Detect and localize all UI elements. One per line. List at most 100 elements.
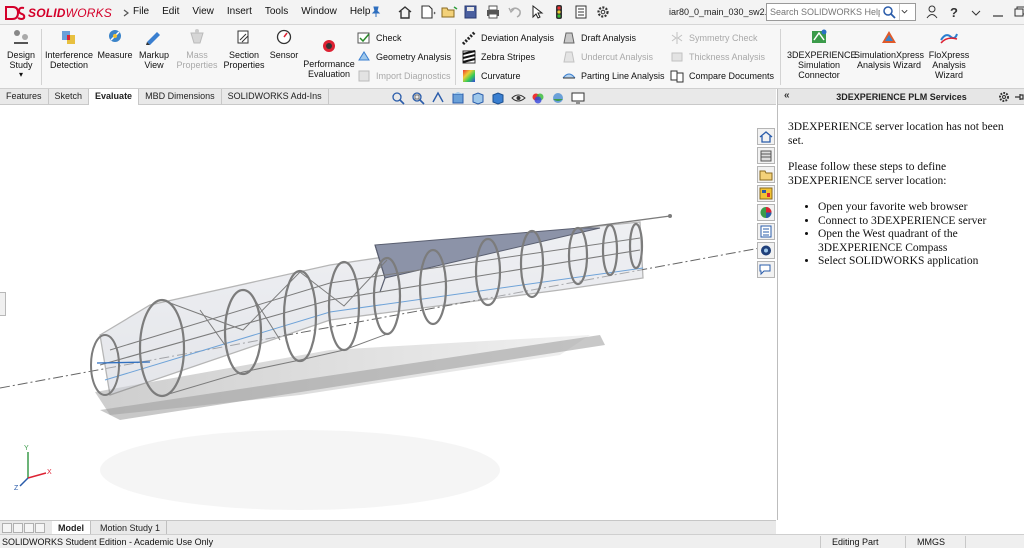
curvature-button[interactable]: Curvature — [462, 69, 521, 83]
draft-analysis-button[interactable]: Draft Analysis — [562, 31, 636, 45]
sensor-button[interactable]: Sensor — [268, 28, 300, 60]
parting-line-analysis-button[interactable]: Parting Line Analysis — [562, 69, 665, 83]
previous-tab-icon[interactable] — [13, 523, 23, 533]
home-icon[interactable] — [396, 4, 414, 20]
tab-sketch[interactable]: Sketch — [49, 89, 90, 105]
thickness-analysis-button[interactable]: Thickness Analysis — [670, 50, 765, 64]
search-icon[interactable] — [882, 5, 896, 19]
symmetry-check-button[interactable]: Symmetry Check — [670, 31, 758, 45]
undercut-analysis-icon — [563, 51, 575, 63]
menu-help[interactable]: Help — [350, 6, 371, 17]
tab-mbd-dimensions[interactable]: MBD Dimensions — [139, 89, 222, 105]
help-dropdown-icon[interactable] — [969, 4, 983, 20]
new-document-icon[interactable] — [418, 4, 436, 20]
select-icon[interactable] — [528, 4, 546, 20]
mass-properties-icon — [190, 29, 204, 44]
minimize-icon[interactable] — [991, 4, 1005, 20]
restore-icon[interactable] — [1013, 4, 1024, 20]
markup-view-button[interactable]: Markup View — [136, 28, 172, 70]
edit-appearance-icon[interactable] — [530, 91, 547, 105]
check-button[interactable]: Check — [357, 31, 402, 45]
tab-evaluate[interactable]: Evaluate — [89, 89, 140, 105]
compare-documents-button[interactable]: Compare Documents — [670, 69, 774, 83]
last-tab-icon[interactable] — [35, 523, 45, 533]
user-icon[interactable] — [925, 4, 939, 20]
graphics-area[interactable]: Y X Z — [0, 105, 776, 520]
task-pane-appearances-tab[interactable] — [757, 204, 775, 221]
previous-view-icon[interactable] — [430, 91, 447, 105]
deviation-analysis-icon — [462, 31, 476, 45]
open-icon[interactable] — [440, 4, 458, 20]
display-style-icon[interactable] — [490, 91, 507, 105]
first-tab-icon[interactable] — [2, 523, 12, 533]
measure-button[interactable]: Measure — [97, 28, 133, 60]
section-view-icon[interactable] — [450, 91, 467, 105]
solidworks-logo[interactable]: SOLIDWORKS — [4, 4, 130, 21]
design-study-button[interactable]: Design Study ▾ — [4, 28, 38, 80]
tab-features[interactable]: Features — [0, 89, 49, 105]
chevron-down-icon[interactable] — [899, 4, 909, 20]
view-settings-icon[interactable] — [570, 91, 587, 105]
task-pane-view-palette-tab[interactable] — [757, 185, 775, 202]
menu-view[interactable]: View — [192, 6, 214, 17]
symmetry-check-icon — [671, 32, 683, 44]
menu-tools[interactable]: Tools — [265, 6, 288, 17]
import-diagnostics-icon — [358, 70, 370, 82]
undercut-analysis-button[interactable]: Undercut Analysis — [562, 50, 653, 64]
pin-icon[interactable] — [371, 6, 381, 18]
tab-model[interactable]: Model — [52, 521, 91, 535]
mass-properties-button[interactable]: Mass Properties — [176, 28, 218, 70]
feature-manager-collapse-handle[interactable] — [0, 292, 6, 316]
print-icon[interactable] — [484, 4, 502, 20]
menu-file[interactable]: File — [133, 6, 149, 17]
search-input[interactable] — [770, 7, 880, 17]
zebra-stripes-button[interactable]: Zebra Stripes — [462, 50, 535, 64]
save-icon[interactable] — [462, 4, 480, 20]
hide-show-items-icon[interactable] — [510, 91, 527, 105]
quick-access-toolbar — [396, 4, 612, 20]
unit-system-selector[interactable]: MMGS — [917, 537, 945, 547]
interference-detection-button[interactable]: Interference Detection — [44, 28, 94, 70]
menu-window[interactable]: Window — [301, 6, 337, 17]
zoom-to-area-icon[interactable] — [410, 91, 427, 105]
menu-insert[interactable]: Insert — [227, 6, 252, 17]
task-pane-custom-properties-tab[interactable] — [757, 223, 775, 240]
view-orientation-icon[interactable] — [470, 91, 487, 105]
menu-edit[interactable]: Edit — [162, 6, 179, 17]
simulationxpress-icon — [882, 31, 896, 43]
next-tab-icon[interactable] — [24, 523, 34, 533]
import-diagnostics-button[interactable]: Import Diagnostics — [357, 69, 451, 83]
file-properties-icon[interactable] — [572, 4, 590, 20]
tab-motion-study-1[interactable]: Motion Study 1 — [94, 521, 168, 535]
pin-icon[interactable] — [1014, 91, 1024, 103]
step-item: Open the West quadrant of the 3DEXPERIEN… — [818, 228, 1018, 255]
gear-icon[interactable] — [998, 91, 1010, 103]
performance-evaluation-button[interactable]: Performance Evaluation — [302, 37, 356, 79]
chevron-right-icon[interactable] — [122, 9, 130, 17]
options-icon[interactable] — [594, 4, 612, 20]
menu-bar: File Edit View Insert Tools Window Help — [133, 6, 383, 17]
simulationxpress-analysis-wizard-button[interactable]: SimulationXpress Analysis Wizard — [853, 28, 925, 70]
task-pane-forum-tab[interactable] — [757, 261, 775, 278]
task-pane-file-explorer-tab[interactable] — [757, 166, 775, 183]
undo-icon[interactable] — [506, 4, 524, 20]
help-icon[interactable]: ? — [947, 4, 961, 20]
task-pane-library-tab[interactable] — [757, 147, 775, 164]
section-properties-button[interactable]: Section Properties — [222, 28, 266, 70]
model-viewport[interactable]: Y X Z — [0, 105, 776, 520]
task-pane-3dexperience-tab[interactable] — [757, 242, 775, 259]
apply-scene-icon[interactable] — [550, 91, 567, 105]
deviation-analysis-button[interactable]: Deviation Analysis — [462, 31, 554, 45]
task-pane-home-tab[interactable] — [757, 128, 775, 145]
tab-solidworks-add-ins[interactable]: SOLIDWORKS Add-Ins — [222, 89, 329, 105]
markup-view-icon — [146, 32, 160, 45]
divider — [965, 536, 966, 548]
task-pane-header: « 3DEXPERIENCE PLM Services — [778, 89, 1024, 105]
zoom-to-fit-icon[interactable] — [390, 91, 407, 105]
3dexperience-simulation-connector-button[interactable]: 3DEXPERIENCE Simulation Connector — [787, 28, 857, 80]
floxpress-analysis-wizard-button[interactable]: FloXpress Analysis Wizard — [926, 28, 972, 80]
task-pane-content: 3DEXPERIENCE server location has not bee… — [788, 121, 1018, 269]
rebuild-icon[interactable] — [550, 4, 568, 20]
geometry-analysis-button[interactable]: Geometry Analysis — [357, 50, 451, 64]
design-study-icon — [14, 30, 28, 44]
